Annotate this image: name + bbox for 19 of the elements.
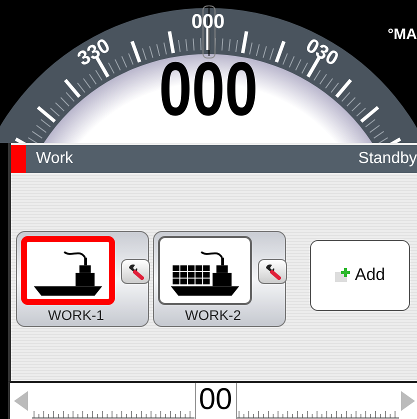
mode-title: Work — [36, 150, 74, 168]
mode-tile[interactable] — [158, 236, 252, 305]
heading-readout: 000 — [159, 50, 258, 130]
settings-button[interactable] — [258, 259, 287, 284]
wrench-icon — [126, 262, 144, 280]
wrench-icon — [264, 262, 282, 280]
rudder-readout: 00 — [194, 383, 236, 419]
compass-scale-label: 000 — [191, 11, 225, 33]
mode-status: Standby — [358, 150, 417, 168]
add-button[interactable]: Add — [310, 240, 410, 310]
add-icon — [334, 268, 351, 282]
settings-button[interactable] — [121, 259, 150, 284]
mode-tile[interactable] — [21, 236, 115, 305]
mode-indicator — [11, 145, 26, 173]
mode-label: WORK-2 — [184, 307, 242, 325]
heading-unit: °MA — [388, 26, 417, 43]
compass-scale-label: 030 — [302, 34, 342, 70]
compass-scale-label: 330 — [74, 34, 114, 70]
mode-label: WORK-1 — [47, 307, 105, 325]
